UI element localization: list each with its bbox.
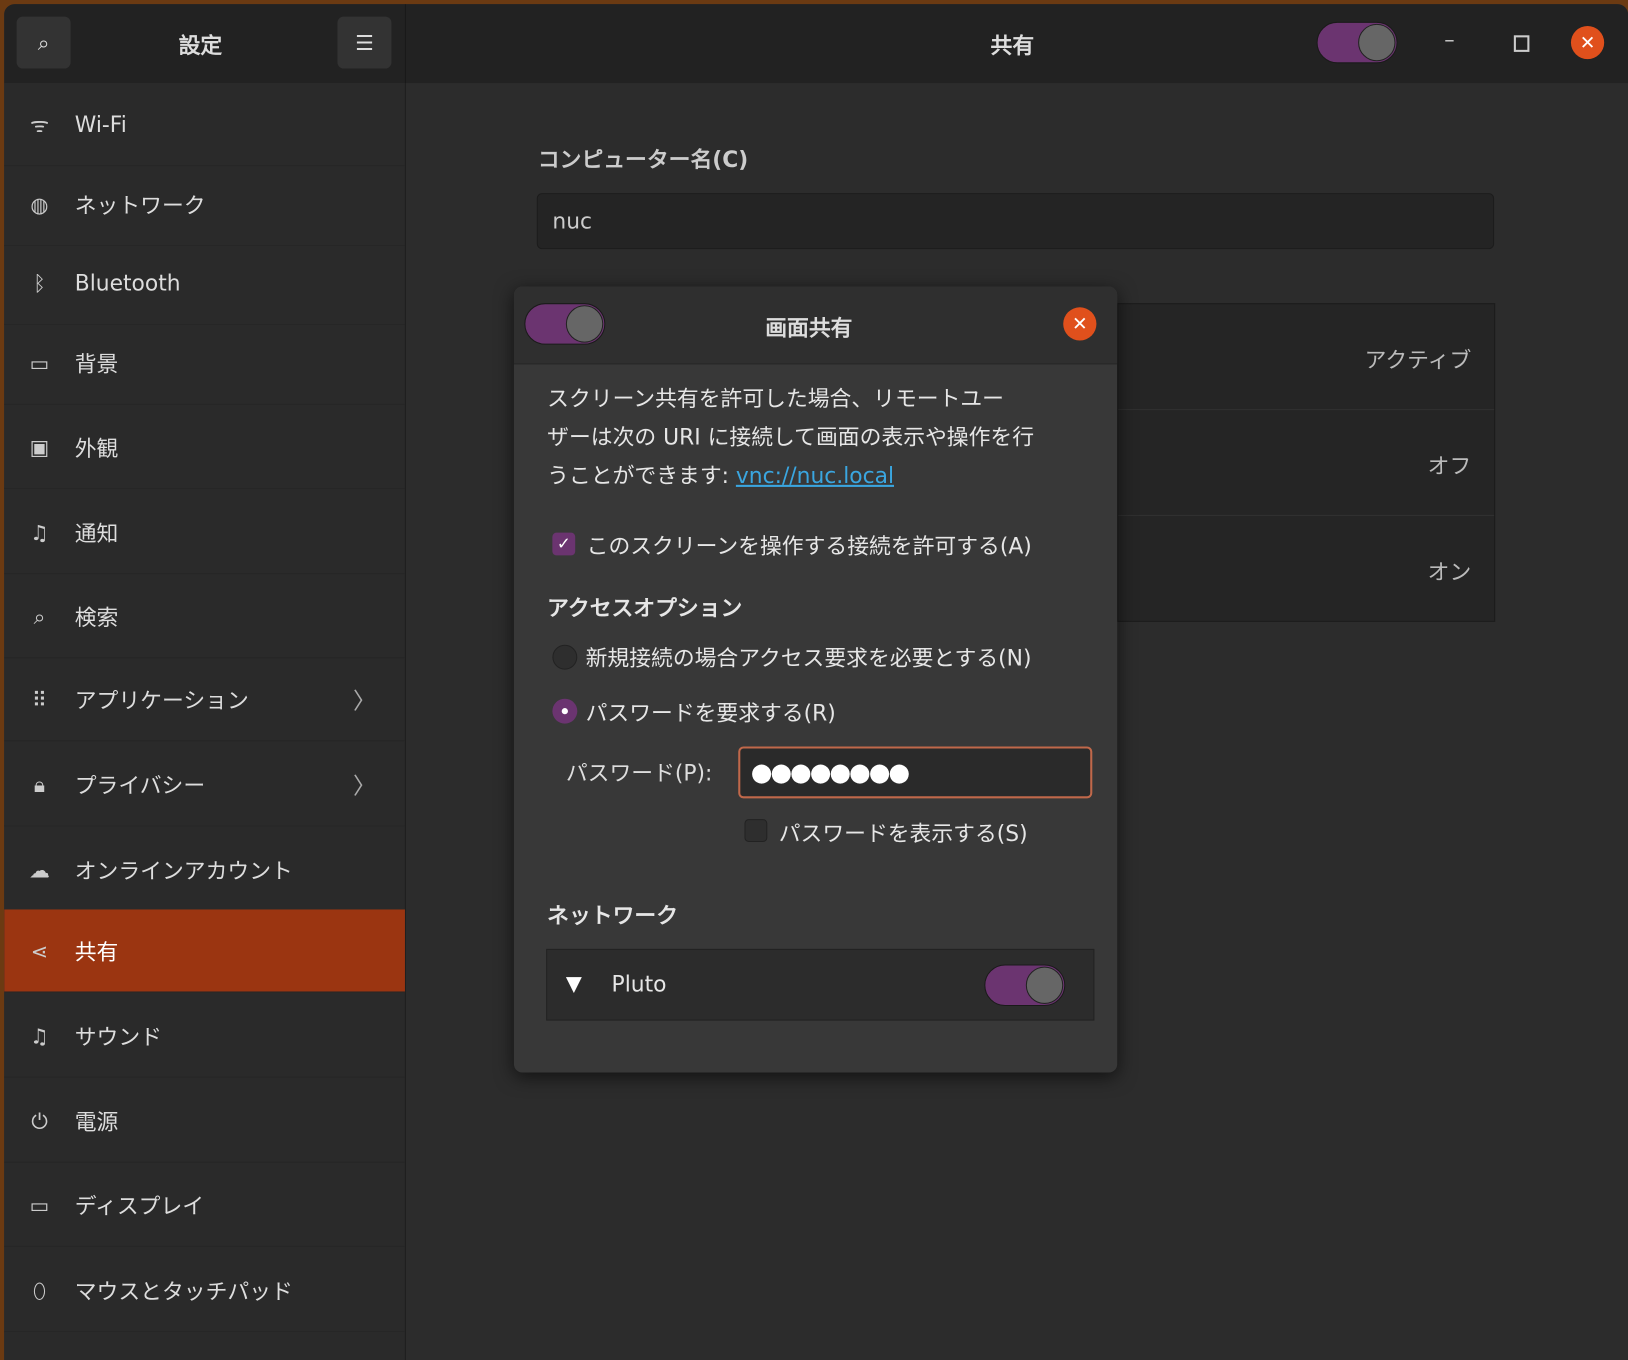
show-password-label: パスワードを表示する(S) xyxy=(778,821,1028,847)
sidebar-item-label: サウンド xyxy=(74,1024,162,1050)
sidebar-item-label: ディスプレイ xyxy=(74,1193,205,1219)
vnc-uri-link[interactable]: vnc://nuc.local xyxy=(736,463,894,488)
sidebar-item-label: 検索 xyxy=(74,604,119,630)
service-row[interactable]: アクティブ xyxy=(1118,304,1495,411)
minimize-button[interactable]: – xyxy=(1444,27,1454,52)
show-password-checkbox[interactable] xyxy=(744,819,768,842)
sidebar-item-label: Wi-Fi xyxy=(74,111,127,137)
sidebar-item-0[interactable]: ᯤ Wi-Fi xyxy=(4,83,405,167)
service-row[interactable]: オフ xyxy=(1118,410,1495,516)
sidebar-item-6[interactable]: ⌕ 検索 xyxy=(4,575,405,659)
service-status: オフ xyxy=(1427,453,1472,479)
bell-icon: ♫ xyxy=(30,519,49,545)
sharing-master-toggle[interactable] xyxy=(1316,21,1398,64)
sidebar-item-9[interactable]: ☁ オンラインアカウント xyxy=(4,828,405,912)
sidebar-item-label: 背景 xyxy=(74,351,119,377)
close-icon: ✕ xyxy=(1071,313,1088,335)
service-row[interactable]: オン xyxy=(1118,516,1494,621)
apps-grid-icon: ⠿ xyxy=(31,686,48,712)
chevron-right-icon: 〉 xyxy=(353,773,376,800)
sidebar-item-3[interactable]: ▭ 背景 xyxy=(4,322,405,405)
app-title: 設定 xyxy=(178,33,223,59)
globe-icon: ◍ xyxy=(30,191,49,217)
screen-sharing-toggle[interactable] xyxy=(524,303,606,345)
sidebar-item-4[interactable]: ▣ 外観 xyxy=(4,406,405,489)
sidebar-item-label: マウスとタッチパッド xyxy=(74,1278,293,1304)
sidebar-item-2[interactable]: ᛒ Bluetooth xyxy=(4,242,405,325)
sidebar-item-7[interactable]: ⠿ アプリケーション 〉 xyxy=(4,658,405,742)
sidebar-item-label: プライバシー xyxy=(74,772,206,798)
display-icon: ▭ xyxy=(29,1192,50,1218)
require-password-radio[interactable] xyxy=(552,698,578,724)
settings-window: ⌕ 設定 ☰ 共有 – ✕ ᯤ Wi-Fi ◍ ネットワーク ᛒ Bluetooth ▭ 背景… xyxy=(4,4,1628,1360)
sidebar-item-11[interactable]: ♫ サウンド xyxy=(4,995,405,1078)
password-value: ●●●●●●●● xyxy=(750,757,910,787)
sidebar-item-14[interactable]: ⬯ マウスとタッチパッド xyxy=(4,1249,405,1333)
hamburger-icon: ☰ xyxy=(355,30,374,56)
maximize-button[interactable] xyxy=(1513,35,1530,52)
network-toggle[interactable] xyxy=(984,964,1066,1007)
new-connection-label: 新規接続の場合アクセス要求を必要とする(N) xyxy=(585,645,1032,671)
sidebar-item-12[interactable]: ⏻ 電源 xyxy=(4,1080,405,1163)
dialog-close-button[interactable]: ✕ xyxy=(1063,307,1097,341)
chevron-right-icon: 〉 xyxy=(353,688,376,715)
sidebar-item-10[interactable]: ⋖ 共有 xyxy=(4,909,405,993)
description-line: うことができます: xyxy=(547,463,736,488)
monitor-icon: ▭ xyxy=(29,350,50,376)
sidebar-item-8[interactable]: 🔒︎ プライバシー 〉 xyxy=(4,743,405,827)
music-note-icon: ♫ xyxy=(30,1023,49,1049)
close-icon: ✕ xyxy=(1579,31,1596,54)
dialog-header: 画面共有 ✕ xyxy=(513,286,1118,365)
dialog-title: 画面共有 xyxy=(765,315,853,341)
description-line: ザーは次の URI に接続して画面の表示や操作を行 xyxy=(547,424,1035,450)
power-icon: ⏻ xyxy=(31,1108,48,1134)
share-icon: ⋖ xyxy=(30,938,49,963)
require-password-label: パスワードを要求する(R) xyxy=(585,700,836,726)
search-icon: ⌕ xyxy=(37,30,50,56)
service-status: オン xyxy=(1427,559,1472,585)
computer-name-input[interactable]: nuc xyxy=(536,193,1495,250)
computer-name-value: nuc xyxy=(552,208,593,234)
allow-control-label: このスクリーンを操作する接続を許可する(A) xyxy=(586,533,1032,559)
search-icon: ⌕ xyxy=(33,603,46,629)
header-bar: 共有 – ✕ xyxy=(405,4,1628,84)
bluetooth-icon: ᛒ xyxy=(33,270,46,296)
sidebar-item-label: 電源 xyxy=(74,1109,119,1135)
password-input[interactable]: ●●●●●●●● xyxy=(738,746,1093,799)
network-name: Pluto xyxy=(611,971,667,997)
sidebar-item-label: 外観 xyxy=(74,435,119,461)
sidebar-item-label: 通知 xyxy=(74,520,119,546)
screen-sharing-dialog: 画面共有 ✕ スクリーン共有を許可した場合、リモートユー ザーは次の URI に… xyxy=(513,286,1118,1073)
sidebar-item-label: オンラインアカウント xyxy=(74,858,293,883)
description-line: スクリーン共有を許可した場合、リモートユー xyxy=(547,386,1004,412)
password-label: パスワード(P): xyxy=(565,761,713,786)
service-status: アクティブ xyxy=(1364,347,1472,373)
sidebar-item-13[interactable]: ▭ ディスプレイ xyxy=(4,1164,405,1247)
wifi-icon: ᯤ xyxy=(29,112,49,138)
menu-button[interactable]: ☰ xyxy=(337,16,392,69)
search-button[interactable]: ⌕ xyxy=(16,16,71,69)
sidebar-item-label: アプリケーション xyxy=(74,687,249,713)
lock-icon: 🔒︎ xyxy=(33,771,45,797)
sidebar-item-label: 共有 xyxy=(74,939,119,964)
sidebar: ᯤ Wi-Fi ◍ ネットワーク ᛒ Bluetooth ▭ 背景 ▣ 外観 ♫ 通知 ⌕ 検索 ⠿ アプリケ… xyxy=(4,83,406,1360)
access-options-heading: アクセスオプション xyxy=(547,595,743,621)
network-row[interactable]: ▼ Pluto xyxy=(546,948,1095,1021)
sidebar-header: ⌕ 設定 ☰ xyxy=(4,4,406,84)
page-title: 共有 xyxy=(990,33,1035,59)
network-heading: ネットワーク xyxy=(547,903,679,929)
cloud-icon: ☁ xyxy=(29,857,50,882)
new-connection-radio[interactable] xyxy=(552,644,578,670)
sidebar-item-1[interactable]: ◍ ネットワーク xyxy=(4,163,405,247)
computer-name-label: コンピューター名(C) xyxy=(537,147,749,173)
wifi-icon: ▼ xyxy=(565,970,582,996)
window-close-button[interactable]: ✕ xyxy=(1570,25,1605,60)
sidebar-item-label: Bluetooth xyxy=(74,270,181,296)
allow-control-checkbox[interactable]: ✓ xyxy=(552,532,576,556)
services-list: アクティブ オフ オン xyxy=(1117,303,1496,622)
appearance-icon: ▣ xyxy=(29,434,50,460)
mouse-icon: ⬯ xyxy=(32,1277,46,1303)
sidebar-item-5[interactable]: ♫ 通知 xyxy=(4,491,405,575)
sidebar-item-label: ネットワーク xyxy=(74,192,206,218)
